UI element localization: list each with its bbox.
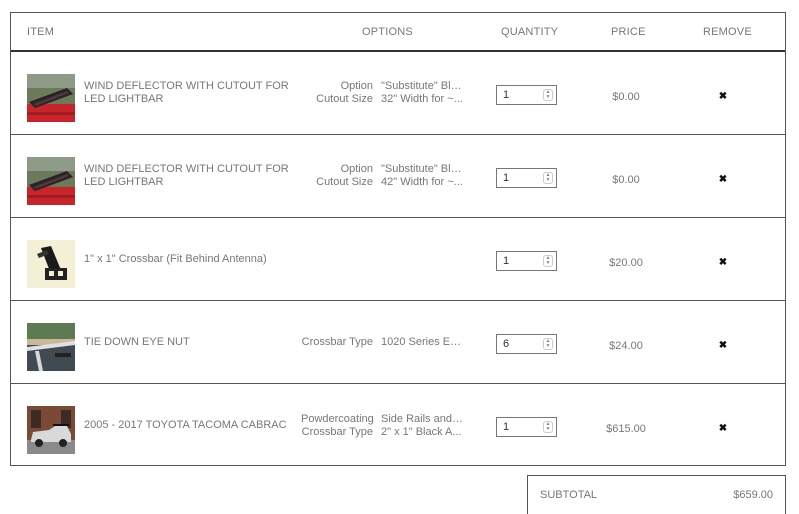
- product-name[interactable]: WIND DEFLECTOR WITH CUTOUT FOR LED LIGHT…: [84, 52, 294, 134]
- subtotal-value: $659.00: [733, 489, 773, 501]
- option-line: Cutout Size 32" Width for ~...: [301, 93, 471, 106]
- product-price: $24.00: [609, 340, 643, 352]
- cart-row: 1" x 1" Crossbar (Fit Behind Antenna) 1 …: [11, 218, 785, 301]
- toyota-tacoma-thumbnail[interactable]: [27, 406, 75, 454]
- header-price: PRICE: [611, 26, 646, 38]
- product-name[interactable]: 2005 - 2017 TOYOTA TACOMA CABRAC: [84, 384, 294, 467]
- header-item: ITEM: [27, 26, 55, 38]
- option-label: Crossbar Type: [301, 425, 373, 438]
- product-price: $20.00: [609, 257, 643, 269]
- wind-deflector-thumbnail[interactable]: [27, 157, 75, 205]
- subtotal-label: SUBTOTAL: [540, 489, 598, 501]
- quantity-value[interactable]: 1: [497, 255, 543, 267]
- option-value: Side Rails and ...: [381, 412, 463, 425]
- option-label: Cutout Size: [316, 176, 373, 188]
- header-options: OPTIONS: [362, 26, 413, 38]
- option-value: 42" Width for ~...: [381, 176, 463, 188]
- option-label: Crossbar Type: [301, 335, 373, 348]
- header-remove: REMOVE: [703, 26, 752, 38]
- option-label: Powdercoating: [301, 412, 374, 425]
- spinner-arrows-icon[interactable]: ▲ ▼: [543, 172, 553, 184]
- product-name[interactable]: TIE DOWN EYE NUT: [84, 301, 294, 383]
- quantity-value[interactable]: 6: [497, 338, 543, 350]
- cart-row: TIE DOWN EYE NUT Crossbar Type 1020 Seri…: [11, 301, 785, 384]
- quantity-stepper[interactable]: 1 ▲ ▼: [496, 417, 557, 437]
- crossbar-profile-thumbnail[interactable]: [27, 240, 75, 288]
- product-options: Option "Substitute" Bla... Cutout Size 4…: [301, 135, 471, 217]
- quantity-value[interactable]: 1: [497, 89, 543, 101]
- product-options: Option "Substitute" Bla... Cutout Size 3…: [301, 52, 471, 134]
- option-line: Cutout Size 42" Width for ~...: [301, 176, 471, 189]
- cart-header: ITEM OPTIONS QUANTITY PRICE REMOVE: [11, 13, 785, 52]
- quantity-stepper[interactable]: 1 ▲ ▼: [496, 168, 557, 188]
- quantity-value[interactable]: 1: [497, 421, 543, 433]
- remove-icon[interactable]: ✖: [715, 174, 731, 190]
- product-price: $615.00: [606, 423, 646, 435]
- remove-icon[interactable]: ✖: [715, 340, 731, 356]
- cart-row: WIND DEFLECTOR WITH CUTOUT FOR LED LIGHT…: [11, 135, 785, 218]
- remove-icon[interactable]: ✖: [715, 91, 731, 107]
- cart-row: 2005 - 2017 TOYOTA TACOMA CABRAC Powderc…: [11, 384, 785, 467]
- option-line: Powdercoating Side Rails and ...: [301, 413, 471, 426]
- option-label: Cutout Size: [316, 93, 373, 105]
- quantity-stepper[interactable]: 6 ▲ ▼: [496, 334, 557, 354]
- product-name[interactable]: WIND DEFLECTOR WITH CUTOUT FOR LED LIGHT…: [84, 135, 294, 217]
- quantity-stepper[interactable]: 1 ▲ ▼: [496, 85, 557, 105]
- option-value: "Substitute" Bla...: [381, 163, 463, 175]
- spinner-arrows-icon[interactable]: ▲ ▼: [543, 338, 553, 350]
- header-quantity: QUANTITY: [501, 26, 559, 38]
- product-price: $0.00: [612, 174, 640, 186]
- subtotal-box: SUBTOTAL $659.00: [527, 475, 786, 514]
- option-value: 1020 Series Ex...: [381, 335, 463, 348]
- quantity-value[interactable]: 1: [497, 172, 543, 184]
- option-value: 2" x 1" Black A...: [381, 425, 462, 438]
- tie-down-thumbnail[interactable]: [27, 323, 75, 371]
- product-name[interactable]: 1" x 1" Crossbar (Fit Behind Antenna): [84, 218, 294, 300]
- remove-icon[interactable]: ✖: [715, 257, 731, 273]
- option-label: Option: [340, 80, 373, 92]
- spinner-arrows-icon[interactable]: ▲ ▼: [543, 255, 553, 267]
- option-value: "Substitute" Bla...: [381, 80, 463, 92]
- product-price: $0.00: [612, 91, 640, 103]
- cart-row: WIND DEFLECTOR WITH CUTOUT FOR LED LIGHT…: [11, 52, 785, 135]
- option-line: Option "Substitute" Bla...: [301, 163, 471, 176]
- wind-deflector-thumbnail[interactable]: [27, 74, 75, 122]
- product-options: Powdercoating Side Rails and ... Crossba…: [301, 384, 471, 467]
- spinner-arrows-icon[interactable]: ▲ ▼: [543, 89, 553, 101]
- product-options: Crossbar Type 1020 Series Ex...: [301, 301, 471, 383]
- cart-table: ITEM OPTIONS QUANTITY PRICE REMOVE WIND …: [10, 12, 786, 466]
- option-value: 32" Width for ~...: [381, 93, 463, 105]
- option-line: Crossbar Type 2" x 1" Black A...: [301, 426, 471, 439]
- option-line: Option "Substitute" Bla...: [301, 80, 471, 93]
- option-line: Crossbar Type 1020 Series Ex...: [301, 336, 471, 349]
- remove-icon[interactable]: ✖: [715, 423, 731, 439]
- option-label: Option: [340, 163, 373, 175]
- spinner-arrows-icon[interactable]: ▲ ▼: [543, 421, 553, 433]
- quantity-stepper[interactable]: 1 ▲ ▼: [496, 251, 557, 271]
